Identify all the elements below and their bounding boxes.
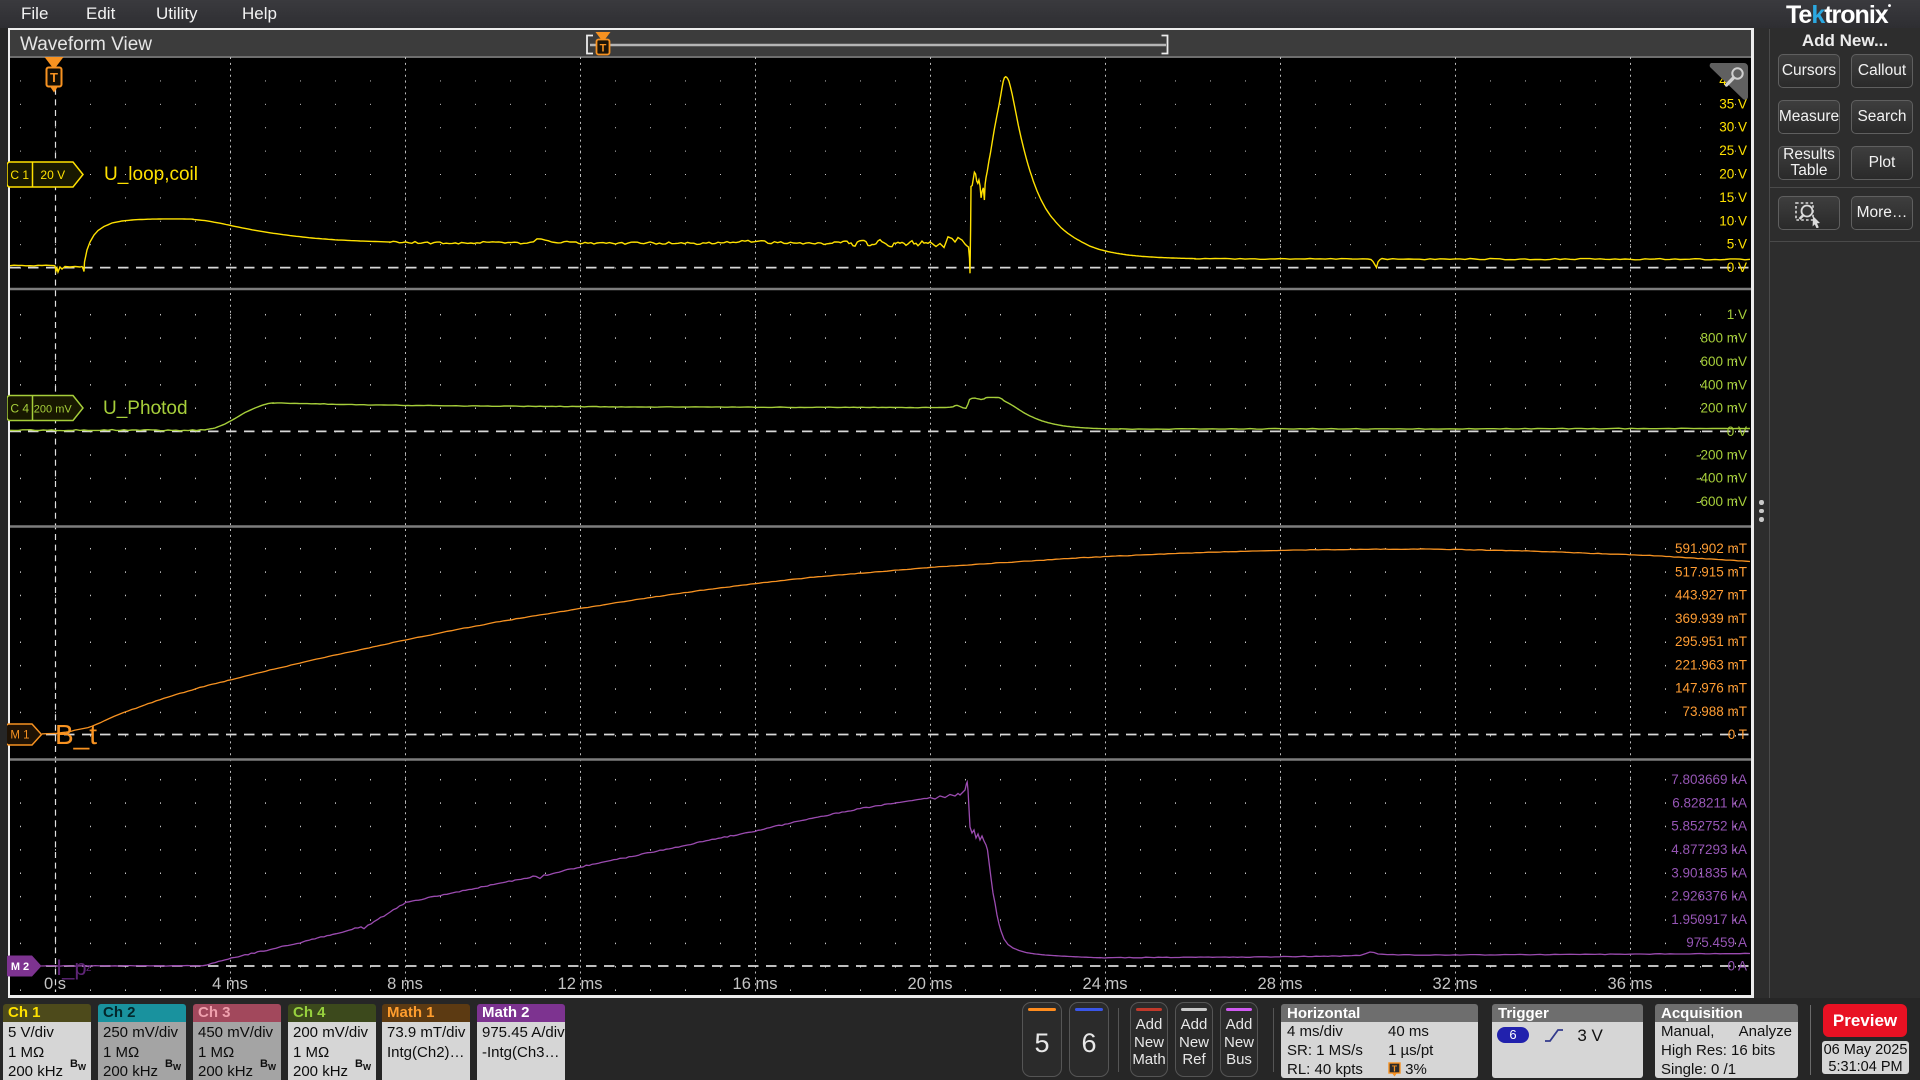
svg-text:I_p: I_p xyxy=(56,955,87,980)
svg-text:0 T: 0 T xyxy=(1728,727,1747,742)
svg-text:25 V: 25 V xyxy=(1719,143,1747,158)
svg-text:221.963 mT: 221.963 mT xyxy=(1675,657,1747,672)
svg-text:-200 mV: -200 mV xyxy=(1696,447,1747,462)
svg-text:975.459 A: 975.459 A xyxy=(1686,935,1747,950)
svg-text:0 V: 0 V xyxy=(1727,424,1747,439)
svg-text:T: T xyxy=(600,43,607,55)
svg-text:800 mV: 800 mV xyxy=(1700,331,1747,346)
svg-text:U_Photod: U_Photod xyxy=(103,398,188,419)
svg-text:-600 mV: -600 mV xyxy=(1696,494,1747,509)
svg-text:147.976 mT: 147.976 mT xyxy=(1675,681,1747,696)
svg-text:200 mV: 200 mV xyxy=(1700,401,1747,416)
svg-text:443.927 mT: 443.927 mT xyxy=(1675,588,1747,603)
svg-text:600 mV: 600 mV xyxy=(1700,354,1747,369)
svg-text:U_loop,coil: U_loop,coil xyxy=(104,164,198,185)
svg-text:T: T xyxy=(1392,1064,1398,1074)
svg-text:1.950917 kA: 1.950917 kA xyxy=(1671,912,1747,927)
svg-text:517.915 mT: 517.915 mT xyxy=(1675,564,1747,579)
svg-text:M 2: M 2 xyxy=(11,961,29,973)
svg-text:5 V: 5 V xyxy=(1727,237,1747,252)
svg-text:16 ms: 16 ms xyxy=(733,975,778,993)
svg-text:12 ms: 12 ms xyxy=(558,975,603,993)
svg-text:M 1: M 1 xyxy=(10,730,29,742)
svg-text:0 A: 0 A xyxy=(1727,959,1747,974)
svg-text:20 ms: 20 ms xyxy=(908,975,953,993)
svg-text:5.852752 kA: 5.852752 kA xyxy=(1671,819,1747,834)
svg-text:20 V: 20 V xyxy=(1719,167,1747,182)
svg-text:400 mV: 400 mV xyxy=(1700,377,1747,392)
svg-text:28 ms: 28 ms xyxy=(1258,975,1303,993)
svg-text:7.803669 kA: 7.803669 kA xyxy=(1671,772,1747,787)
svg-text:3.901835 kA: 3.901835 kA xyxy=(1671,865,1747,880)
svg-text:591.902 mT: 591.902 mT xyxy=(1675,541,1747,556)
svg-text:200 mV: 200 mV xyxy=(34,403,73,415)
svg-text:4 ms: 4 ms xyxy=(212,975,248,993)
svg-text:B_t: B_t xyxy=(55,719,97,750)
svg-text:8 ms: 8 ms xyxy=(387,975,423,993)
svg-text:-400 mV: -400 mV xyxy=(1696,471,1747,486)
svg-text:369.939 mT: 369.939 mT xyxy=(1675,611,1747,626)
svg-text:C 4: C 4 xyxy=(10,401,29,415)
svg-text:C 1: C 1 xyxy=(10,168,29,182)
svg-text:32 ms: 32 ms xyxy=(1433,975,1478,993)
svg-text:30 V: 30 V xyxy=(1719,120,1747,135)
svg-text:295.951 mT: 295.951 mT xyxy=(1675,634,1747,649)
svg-text:1 V: 1 V xyxy=(1727,307,1747,322)
svg-text:T: T xyxy=(50,70,58,85)
svg-text:73.988 mT: 73.988 mT xyxy=(1682,704,1747,719)
svg-text:24 ms: 24 ms xyxy=(1083,975,1128,993)
svg-text:15 V: 15 V xyxy=(1719,190,1747,205)
svg-text:z: z xyxy=(86,962,92,974)
svg-text:6.828211 kA: 6.828211 kA xyxy=(1672,795,1747,810)
svg-text:10 V: 10 V xyxy=(1719,213,1747,228)
svg-text:36 ms: 36 ms xyxy=(1608,975,1653,993)
svg-text:0 V: 0 V xyxy=(1727,260,1747,275)
svg-text:20 V: 20 V xyxy=(40,168,65,182)
svg-text:2.926376 kA: 2.926376 kA xyxy=(1671,889,1747,904)
svg-text:4.877293 kA: 4.877293 kA xyxy=(1671,842,1747,857)
